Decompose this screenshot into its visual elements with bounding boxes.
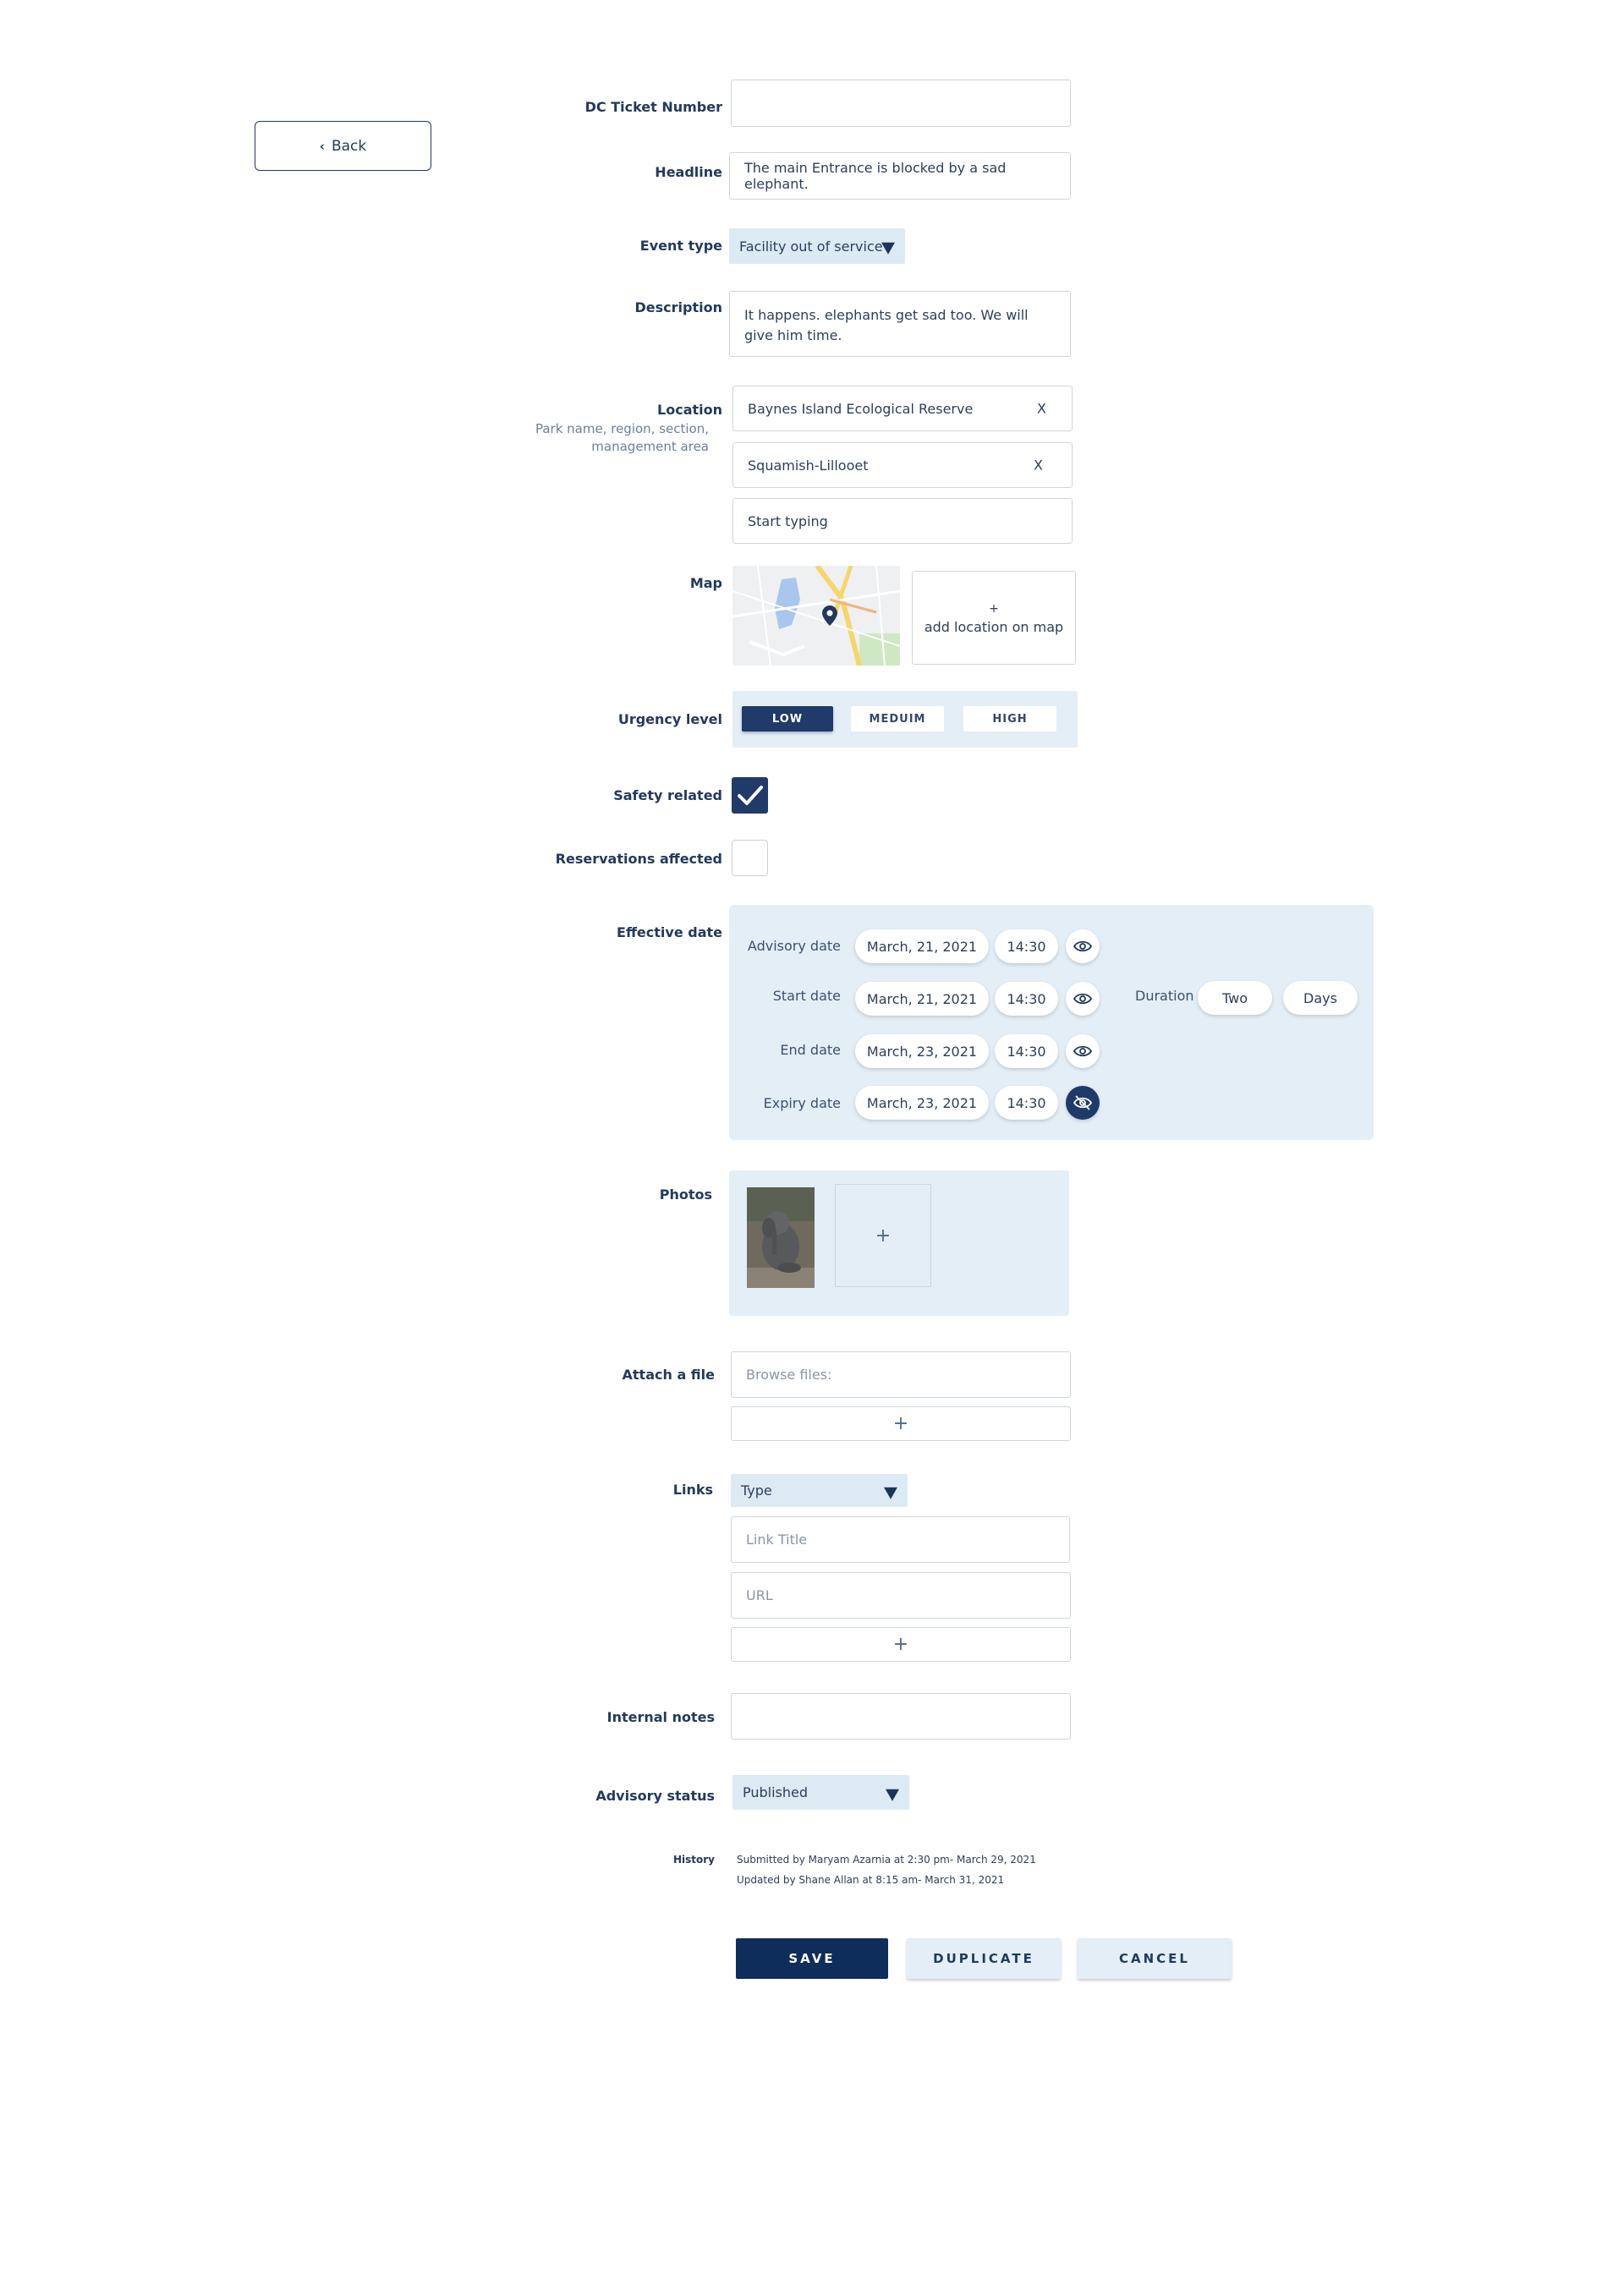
- expiry-date-picker[interactable]: March, 23, 2021: [855, 1086, 989, 1120]
- caret-down-icon: [886, 1789, 899, 1801]
- start-time-picker[interactable]: 14:30: [995, 982, 1058, 1016]
- location-chip-text: Squamish-Lillooet: [748, 457, 869, 474]
- advisory-visibility-toggle[interactable]: [1066, 929, 1100, 963]
- location-search-input[interactable]: Start typing: [732, 498, 1073, 544]
- advisory-status-label: Advisory status: [595, 1788, 715, 1804]
- save-button[interactable]: SAVE: [736, 1938, 888, 1979]
- duration-unit-select[interactable]: Days: [1283, 981, 1358, 1015]
- location-chip-text: Baynes Island Ecological Reserve: [748, 400, 974, 417]
- advisory-status-value: Published: [743, 1784, 809, 1800]
- map-image: [732, 566, 900, 666]
- advisory-status-select[interactable]: Published: [732, 1775, 909, 1810]
- description-textarea[interactable]: It happens. elephants get sad too. We wi…: [729, 291, 1071, 357]
- attach-label: Attach a file: [622, 1367, 715, 1383]
- start-visibility-toggle[interactable]: [1066, 982, 1100, 1016]
- start-date-label: Start date: [772, 988, 841, 1004]
- reservations-checkbox[interactable]: [732, 840, 768, 876]
- caret-down-icon: [884, 1487, 897, 1499]
- expiry-visibility-toggle[interactable]: [1066, 1086, 1100, 1120]
- photos-label: Photos: [659, 1186, 712, 1203]
- add-photo-button[interactable]: +: [835, 1184, 931, 1287]
- safety-label: Safety related: [613, 787, 722, 803]
- link-url-input[interactable]: URL: [731, 1572, 1071, 1619]
- headline-label: Headline: [655, 164, 722, 180]
- add-link-button[interactable]: +: [731, 1627, 1071, 1662]
- event-type-value: Facility out of service: [739, 238, 883, 255]
- urgency-low-button[interactable]: LOW: [742, 706, 833, 732]
- duplicate-button[interactable]: DUPLICATE: [907, 1938, 1061, 1979]
- advisory-date-label: Advisory date: [747, 938, 841, 954]
- advisory-date-picker[interactable]: March, 21, 2021: [855, 929, 989, 963]
- start-date-picker[interactable]: March, 21, 2021: [855, 982, 989, 1016]
- remove-location-button[interactable]: X: [1034, 458, 1043, 474]
- photo-thumbnail[interactable]: [747, 1187, 815, 1288]
- location-chip-2: Squamish-Lillooet X: [732, 442, 1073, 488]
- history-line: Submitted by Maryam Azarnia at 2:30 pm- …: [737, 1854, 1036, 1866]
- end-date-label: End date: [780, 1042, 841, 1058]
- eye-icon: [1073, 940, 1092, 952]
- plus-icon: +: [989, 601, 999, 616]
- history-line: Updated by Shane Allan at 8:15 am- March…: [737, 1874, 1005, 1886]
- map-label: Map: [689, 575, 722, 591]
- internal-notes-label: Internal notes: [606, 1709, 715, 1725]
- links-label: Links: [672, 1482, 713, 1498]
- location-chip-1: Baynes Island Ecological Reserve X: [732, 386, 1073, 431]
- urgency-high-button[interactable]: HIGH: [963, 706, 1056, 732]
- urgency-label: Urgency level: [617, 711, 722, 727]
- elephant-photo: [747, 1187, 815, 1288]
- event-type-label: Event type: [639, 238, 722, 254]
- back-button[interactable]: ‹ Back: [255, 121, 431, 171]
- expiry-time-picker[interactable]: 14:30: [995, 1086, 1058, 1120]
- location-label: Location: [657, 402, 722, 418]
- description-label: Description: [634, 299, 722, 315]
- end-time-picker[interactable]: 14:30: [995, 1034, 1058, 1068]
- checkmark-icon: [737, 785, 763, 805]
- internal-notes-input[interactable]: [731, 1693, 1071, 1740]
- expiry-date-label: Expiry date: [763, 1095, 841, 1111]
- add-location-text: add location on map: [924, 618, 1064, 635]
- caret-down-icon: [881, 242, 895, 255]
- link-type-value: Type: [741, 1482, 772, 1499]
- add-file-button[interactable]: +: [731, 1406, 1071, 1441]
- end-visibility-toggle[interactable]: [1066, 1034, 1100, 1068]
- safety-checkbox[interactable]: [732, 777, 768, 814]
- browse-files-input[interactable]: Browse files:: [731, 1351, 1071, 1398]
- location-hint: Park name, region, section, management a…: [535, 421, 709, 454]
- history-label: History: [672, 1854, 715, 1866]
- remove-location-button[interactable]: X: [1037, 401, 1046, 417]
- urgency-medium-button[interactable]: MEDUIM: [851, 706, 944, 732]
- end-date-picker[interactable]: March, 23, 2021: [855, 1034, 989, 1068]
- back-label: Back: [331, 137, 367, 155]
- map-pin-icon: [822, 606, 837, 626]
- chevron-left-icon: ‹: [319, 138, 325, 154]
- reservations-label: Reservations affected: [555, 851, 722, 867]
- advisory-time-picker[interactable]: 14:30: [995, 929, 1058, 963]
- duration-amount-select[interactable]: Two: [1198, 981, 1272, 1015]
- cancel-button[interactable]: CANCEL: [1078, 1938, 1232, 1979]
- eye-icon: [1073, 993, 1092, 1005]
- eye-icon: [1073, 1045, 1092, 1057]
- link-type-select[interactable]: Type: [731, 1474, 908, 1507]
- dc-ticket-label: DC Ticket Number: [584, 99, 722, 115]
- add-location-on-map-button[interactable]: + add location on map: [912, 571, 1076, 665]
- link-title-input[interactable]: Link Title: [731, 1516, 1070, 1563]
- map-thumbnail[interactable]: [732, 566, 900, 666]
- dc-ticket-input[interactable]: [731, 79, 1071, 127]
- effective-date-label: Effective date: [617, 924, 722, 940]
- duration-label: Duration: [1135, 988, 1194, 1004]
- eye-slash-icon: [1073, 1095, 1092, 1110]
- event-type-select[interactable]: Facility out of service: [729, 228, 905, 264]
- headline-input[interactable]: The main Entrance is blocked by a sad el…: [729, 152, 1071, 200]
